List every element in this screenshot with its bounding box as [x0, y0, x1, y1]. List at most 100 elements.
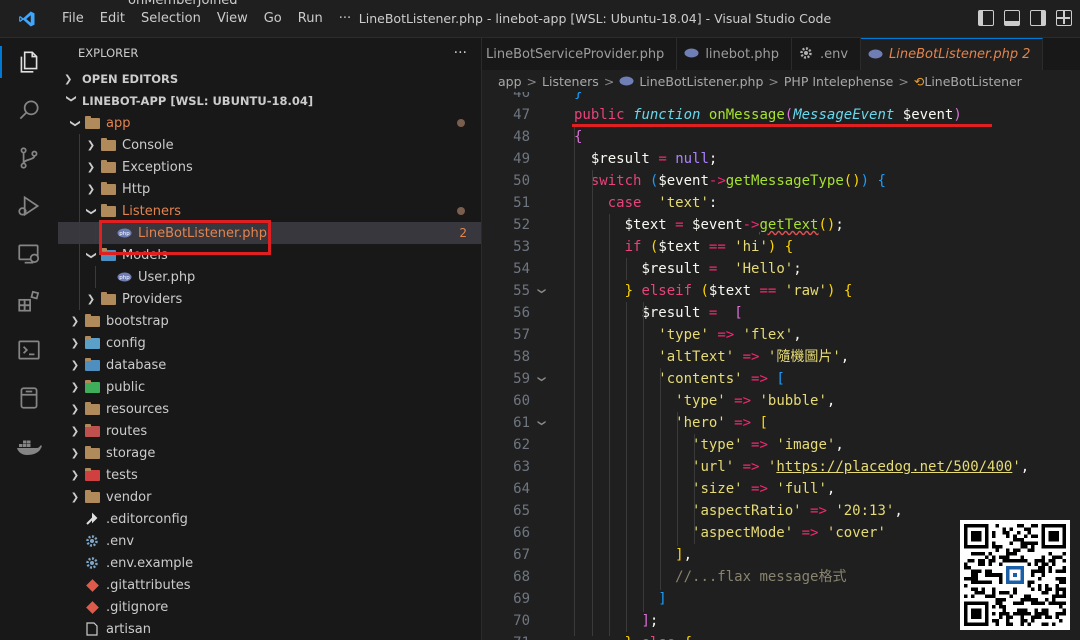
breadcrumb-item[interactable]: LineBotListener — [924, 74, 1021, 89]
code-line[interactable]: 53 if ($text == 'hi') { — [482, 236, 1080, 258]
code-line[interactable]: 49 $result = null; — [482, 148, 1080, 170]
indent-guide — [626, 258, 627, 280]
breadcrumb-item[interactable]: LineBotListener.php — [639, 74, 763, 89]
code-line[interactable]: 48 { — [482, 126, 1080, 148]
code-line[interactable]: 63 'url' => 'https://placedog.net/500/40… — [482, 456, 1080, 478]
docker-icon[interactable] — [0, 422, 58, 470]
breadcrumb-item[interactable]: Listeners — [542, 74, 599, 89]
run-debug-icon[interactable] — [0, 182, 58, 230]
code-line[interactable]: 46} — [482, 92, 1080, 104]
code-text: $result = null; — [590, 151, 718, 167]
tree-folder[interactable]: ❯ config — [58, 332, 481, 354]
code-line[interactable]: 65 'aspectRatio' => '20:13', — [482, 500, 1080, 522]
code-line[interactable]: 58 'altText' => '隨機圖片', — [482, 346, 1080, 368]
menu-item-go[interactable]: Go — [256, 0, 290, 38]
database-icon[interactable] — [0, 374, 58, 422]
open-editors-section[interactable]: ❯ OPEN EDITORS — [58, 68, 481, 90]
code-line[interactable]: 54 $result = 'Hello'; — [482, 258, 1080, 280]
tree-file[interactable]: .editorconfig — [58, 508, 481, 530]
explorer-icon[interactable] — [0, 38, 58, 86]
tree-file[interactable]: .env.example — [58, 552, 481, 574]
tree-folder[interactable]: ❯ Exceptions — [58, 156, 481, 178]
tree-item-label: Exceptions — [122, 159, 193, 175]
search-icon[interactable] — [0, 86, 58, 134]
code-line[interactable]: 56 $result = [ — [482, 302, 1080, 324]
tree-folder[interactable]: ❯ database — [58, 354, 481, 376]
tree-file[interactable]: php User.php — [58, 266, 481, 288]
tab--env[interactable]: .env — [792, 38, 862, 70]
tree-file[interactable]: artisan — [58, 618, 481, 640]
code-text: } — [574, 92, 583, 101]
tree-folder[interactable]: ❯ public — [58, 376, 481, 398]
customize-layout-icon[interactable] — [1056, 10, 1072, 26]
tree-folder[interactable]: ❯ bootstrap — [58, 310, 481, 332]
fold-chevron-icon[interactable]: ❯ — [530, 420, 552, 427]
project-section[interactable]: ❯ LINEBOT-APP [WSL: UBUNTU-18.04] — [58, 90, 481, 112]
tab-linebot-php[interactable]: linebot.php — [677, 38, 792, 70]
code-line[interactable]: 50 switch ($event->getMessageType()) { — [482, 170, 1080, 192]
code-line[interactable]: 52 $text = $event->getText(); — [482, 214, 1080, 236]
tree-folder[interactable]: ❯ routes — [58, 420, 481, 442]
tree-folder[interactable]: ❯ vendor — [58, 486, 481, 508]
code-text: 'aspectMode' => 'cover' — [692, 525, 886, 541]
more-actions-icon[interactable]: ··· — [454, 45, 467, 61]
toggle-secondary-sidebar-icon[interactable] — [1030, 10, 1046, 26]
menu-item-edit[interactable]: Edit — [92, 0, 133, 38]
code-text: 'type' => 'bubble', — [675, 393, 836, 409]
code-text: 'altText' => '隨機圖片', — [658, 349, 850, 365]
menu-item-file[interactable]: File — [54, 0, 92, 38]
code-line[interactable]: 61 ❯ 'hero' => [ — [482, 412, 1080, 434]
line-number: 58 — [513, 349, 530, 365]
indent-guide — [626, 302, 627, 632]
tree-file[interactable]: .gitignore — [58, 596, 481, 618]
tree-folder[interactable]: ❯ storage — [58, 442, 481, 464]
tab-linebotserviceprovider-php[interactable]: LineBotServiceProvider.php — [482, 38, 678, 70]
toggle-primary-sidebar-icon[interactable] — [978, 10, 994, 26]
tree-folder[interactable]: ❯ Console — [58, 134, 481, 156]
menu-item-run[interactable]: Run — [290, 0, 331, 38]
line-number: 57 — [513, 327, 530, 343]
source-control-icon[interactable] — [0, 134, 58, 182]
code-line[interactable]: 59 ❯ 'contents' => [ — [482, 368, 1080, 390]
code-line[interactable]: 60 'type' => 'bubble', — [482, 390, 1080, 412]
folder-db-icon — [84, 357, 100, 372]
tree-folder[interactable]: ❯ Providers — [58, 288, 481, 310]
remote-explorer-icon[interactable] — [0, 230, 58, 278]
tree-folder[interactable]: ❯ Http — [58, 178, 481, 200]
code-line[interactable]: 64 'size' => 'full', — [482, 478, 1080, 500]
tree-file[interactable]: .gitattributes — [58, 574, 481, 596]
title-bar: onMemberJoined File Edit Selection View Go Ru… — [0, 0, 1080, 38]
tree-folder[interactable]: ❯ app — [58, 112, 481, 134]
breadcrumb-item[interactable]: app — [498, 74, 522, 89]
folder-routes-icon — [84, 423, 100, 438]
toggle-panel-icon[interactable] — [1004, 10, 1020, 26]
code-line[interactable]: 47 public function onMessage(MessageEvent… — [482, 104, 1080, 126]
terminal-icon[interactable] — [0, 326, 58, 374]
tree-item-label: Http — [122, 181, 151, 197]
code-text: 'type' => 'image', — [692, 437, 844, 453]
indent-guide — [694, 434, 695, 544]
git-icon — [84, 578, 100, 592]
code-line[interactable]: 51 case 'text': — [482, 192, 1080, 214]
breadcrumb-item[interactable]: PHP Intelephense — [784, 74, 894, 89]
fold-chevron-icon[interactable]: ❯ — [530, 288, 552, 295]
code-line[interactable]: 62 'type' => 'image', — [482, 434, 1080, 456]
code-text: switch ($event->getMessageType()) { — [590, 173, 886, 189]
code-line[interactable]: 55 ❯ } elseif ($text == 'raw') { — [482, 280, 1080, 302]
code-line[interactable]: 71 } else { — [482, 632, 1080, 640]
code-text: { — [574, 129, 583, 145]
extensions-icon[interactable] — [0, 278, 58, 326]
tree-folder[interactable]: ❯ resources — [58, 398, 481, 420]
tree-folder[interactable]: ❯ Listeners — [58, 200, 481, 222]
indent-guide — [592, 170, 593, 636]
folder-icon — [84, 115, 100, 130]
tab-linebotlistener-php[interactable]: LineBotListener.php 2 — [861, 38, 1044, 70]
tree-file[interactable]: .env — [58, 530, 481, 552]
line-number: 61 — [513, 415, 530, 431]
git-icon — [84, 600, 100, 614]
code-text: 'contents' => [ — [658, 371, 785, 387]
tree-folder[interactable]: ❯ tests — [58, 464, 481, 486]
fold-chevron-icon[interactable]: ❯ — [530, 376, 552, 383]
code-line[interactable]: 57 'type' => 'flex', — [482, 324, 1080, 346]
tree-item-label: database — [106, 357, 167, 373]
